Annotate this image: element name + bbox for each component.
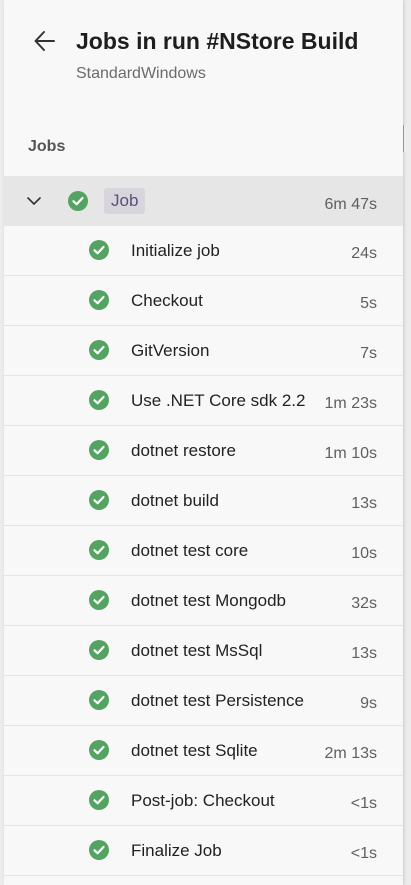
step-duration: 13s [351,495,377,512]
success-check-icon [89,390,109,410]
success-check-icon [89,240,109,260]
step-duration: 32s [351,595,377,612]
success-check-icon [89,840,109,860]
success-check-icon [68,191,88,211]
page-subtitle: StandardWindows [76,65,206,82]
success-check-icon [89,490,109,510]
background-edge [403,125,411,152]
step-duration: <1s [350,845,377,862]
job-row[interactable]: Job 6m 47s [4,176,403,226]
jobs-panel: Jobs in run #NStore Build StandardWindow… [4,0,403,885]
step-row[interactable]: dotnet test Mongodb 32s [4,576,403,626]
success-check-icon [89,690,109,710]
step-duration: 5s [360,295,377,312]
step-row[interactable]: dotnet restore 1m 10s [4,426,403,476]
step-row[interactable]: dotnet build 13s [4,476,403,526]
step-name: dotnet test Mongodb [131,591,287,610]
jobs-section-label: Jobs [28,138,66,155]
success-check-icon [89,290,109,310]
page-title: Jobs in run #NStore Build [76,28,359,54]
step-row[interactable]: Post-job: Checkout <1s [4,776,403,826]
success-check-icon [89,740,109,760]
success-check-icon [89,590,109,610]
step-name: dotnet test core [131,541,249,560]
step-duration: 1m 23s [324,395,377,412]
step-name: Initialize job [131,241,220,260]
step-name: Finalize Job [131,841,222,860]
arrow-left-icon [34,31,55,51]
step-duration: 13s [351,645,377,662]
step-row[interactable]: dotnet test Persistence 9s [4,676,403,726]
success-check-icon [89,640,109,660]
step-name: dotnet test Persistence [131,691,304,710]
success-check-icon [89,790,109,810]
step-name: Use .NET Core sdk 2.2 [131,391,306,410]
step-duration: 10s [351,545,377,562]
step-duration: 24s [351,245,377,262]
step-name: dotnet test MsSql [131,641,263,660]
job-duration: 6m 47s [324,196,377,213]
step-row[interactable]: Initialize job 24s [4,226,403,276]
step-duration: 9s [360,695,377,712]
chevron-down-icon[interactable] [26,193,42,209]
success-check-icon [89,440,109,460]
success-check-icon [89,340,109,360]
step-row[interactable]: dotnet test MsSql 13s [4,626,403,676]
step-row[interactable]: GitVersion 7s [4,326,403,376]
step-name: dotnet test Sqlite [131,741,258,760]
step-duration: <1s [350,795,377,812]
steps-list: Initialize job 24s Checkout 5s GitVersion 7s U… [4,226,403,876]
step-duration: 1m 10s [324,445,377,462]
success-check-icon [89,540,109,560]
step-duration: 2m 13s [324,745,377,762]
step-name: GitVersion [131,341,210,360]
step-row[interactable]: dotnet test Sqlite 2m 13s [4,726,403,776]
step-row[interactable]: dotnet test core 10s [4,526,403,576]
step-name: Post-job: Checkout [131,791,275,810]
step-name: Checkout [131,291,203,310]
back-button[interactable] [32,28,58,54]
step-row[interactable]: Checkout 5s [4,276,403,326]
step-row[interactable]: Finalize Job <1s [4,826,403,876]
step-name: dotnet restore [131,441,236,460]
panel-header: Jobs in run #NStore Build StandardWindow… [4,0,403,100]
job-name: Job [104,188,146,214]
step-row[interactable]: Use .NET Core sdk 2.2 1m 23s [4,376,403,426]
step-duration: 7s [360,345,377,362]
step-name: dotnet build [131,491,219,510]
